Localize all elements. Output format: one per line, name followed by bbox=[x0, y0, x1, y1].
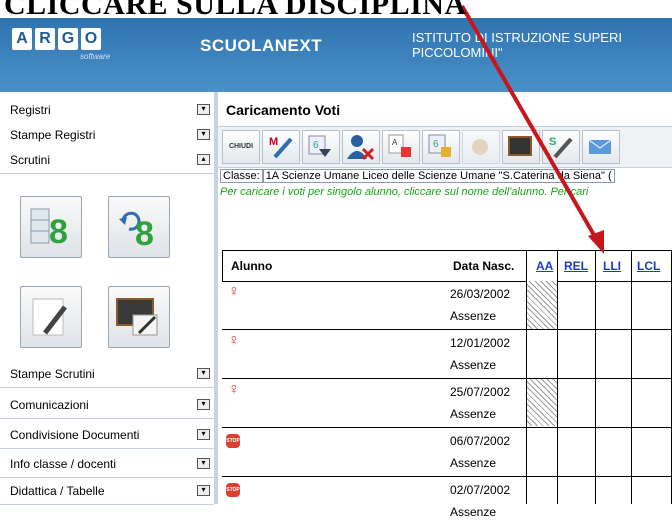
stop-icon[interactable]: STOP bbox=[226, 483, 240, 497]
svg-text:A: A bbox=[392, 138, 398, 147]
svg-text:8: 8 bbox=[49, 213, 68, 251]
toolbar: CHIUDI M 6 A 6 S bbox=[218, 126, 672, 168]
assenze-label: Assenze bbox=[450, 407, 497, 421]
voti-edit-button[interactable]: M bbox=[262, 130, 300, 164]
classe-value: 1A Scienze Umane Liceo delle Scienze Uma… bbox=[262, 169, 615, 183]
app-header: A R G O software SCUOLANEXT ISTITUTO DI … bbox=[0, 18, 672, 92]
argo-logo: A R G O bbox=[12, 28, 101, 50]
sidebar-item-condivisione-documenti[interactable]: Condivisione Documenti ▾ bbox=[0, 423, 214, 449]
blackboard-icon bbox=[116, 298, 158, 336]
scrutini-blackboard-button[interactable] bbox=[108, 286, 170, 348]
female-icon[interactable]: ♀ bbox=[228, 332, 240, 350]
birth-date: 26/03/2002 bbox=[450, 287, 511, 301]
subject-rel[interactable]: REL bbox=[564, 259, 588, 273]
sidebar-item-stampe-registri[interactable]: Stampe Registri ▾ bbox=[0, 123, 214, 149]
classe-info: Classe: 1A Scienze Umane Liceo delle Scie… bbox=[220, 169, 615, 183]
lock-grade-button[interactable]: 6 bbox=[422, 130, 460, 164]
table-row[interactable]: STOP 06/07/2002 Assenze bbox=[222, 428, 672, 477]
sidebar-item-info-classe[interactable]: Info classe / docenti ▾ bbox=[0, 452, 214, 478]
grade-letter-button[interactable]: A bbox=[382, 130, 420, 164]
scrutini-reload-button[interactable]: 8 bbox=[108, 196, 170, 258]
collapse-icon[interactable]: ▴ bbox=[197, 154, 210, 165]
grid-filter-icon: 6 bbox=[308, 135, 331, 157]
pencil-icon bbox=[32, 298, 67, 336]
table-row[interactable]: STOP 02/07/2002 Assenze bbox=[222, 477, 672, 525]
filter-grid-button[interactable]: 6 bbox=[302, 130, 340, 164]
assenze-label: Assenze bbox=[450, 505, 497, 519]
sidebar-item-scrutini[interactable]: Scrutini ▴ bbox=[0, 148, 214, 174]
col-data-nascita: Data Nasc. bbox=[453, 259, 515, 273]
assenze-label: Assenze bbox=[450, 456, 497, 470]
sidebar-item-comunicazioni[interactable]: Comunicazioni ▾ bbox=[0, 393, 214, 419]
sidebar: Registri ▾ Stampe Registri ▾ Scrutini ▴ … bbox=[0, 92, 218, 505]
expand-icon[interactable]: ▾ bbox=[197, 485, 210, 496]
grid-8-icon: 8 bbox=[30, 208, 68, 251]
col-alunno: Alunno bbox=[231, 259, 273, 273]
expand-icon[interactable]: ▾ bbox=[197, 429, 210, 440]
table-row[interactable]: ♀ 26/03/2002 Assenze bbox=[222, 281, 672, 330]
scrutini-edit-button[interactable] bbox=[20, 286, 82, 348]
svg-text:S: S bbox=[549, 136, 556, 148]
signature-button[interactable]: S bbox=[542, 130, 580, 164]
expand-icon[interactable]: ▾ bbox=[197, 129, 210, 140]
table-header: Alunno Data Nasc. AA REL LLI LCL bbox=[222, 250, 672, 282]
expand-icon[interactable]: ▾ bbox=[197, 458, 210, 469]
sign-pencil-icon: S bbox=[549, 136, 573, 159]
send-mail-button[interactable] bbox=[582, 130, 620, 164]
reload-8-icon: 8 bbox=[119, 211, 154, 251]
assenze-label: Assenze bbox=[450, 309, 497, 323]
subject-aa[interactable]: AA bbox=[536, 259, 553, 273]
remove-student-button[interactable] bbox=[342, 130, 380, 164]
classe-label: Classe: bbox=[220, 169, 263, 183]
blackboard-button[interactable] bbox=[502, 130, 540, 164]
blackboard-icon bbox=[508, 136, 532, 156]
scrutini-panel: 8 8 bbox=[0, 174, 214, 352]
expand-icon[interactable]: ▾ bbox=[197, 399, 210, 410]
annotation-title: CLICCARE SULLA DISCIPLINA bbox=[4, 0, 467, 21]
sidebar-item-registri[interactable]: Registri ▾ bbox=[0, 98, 214, 124]
sidebar-item-stampe-scrutini[interactable]: Stampe Scrutini ▾ bbox=[0, 362, 214, 388]
stop-icon[interactable]: STOP bbox=[226, 434, 240, 448]
female-icon[interactable]: ♀ bbox=[228, 283, 240, 301]
hand-icon bbox=[472, 139, 488, 155]
female-icon[interactable]: ♀ bbox=[228, 381, 240, 399]
school-name: ISTITUTO DI ISTRUZIONE SUPERI PICCOLOMIN… bbox=[412, 30, 622, 60]
subject-lcl[interactable]: LCL bbox=[637, 259, 660, 273]
app-name: SCUOLANEXT bbox=[200, 36, 323, 55]
svg-text:6: 6 bbox=[313, 140, 319, 151]
table-row[interactable]: ♀ 12/01/2002 Assenze bbox=[222, 330, 672, 379]
expand-icon[interactable]: ▾ bbox=[197, 104, 210, 115]
logo-subtitle: software bbox=[80, 52, 111, 61]
assenze-label: Assenze bbox=[450, 358, 497, 372]
subject-lli[interactable]: LLI bbox=[603, 259, 621, 273]
expand-icon[interactable]: ▾ bbox=[197, 368, 210, 379]
grade-card-icon: A bbox=[388, 134, 411, 157]
page-title: Caricamento Voti bbox=[226, 102, 341, 118]
birth-date: 06/07/2002 bbox=[450, 434, 511, 448]
sidebar-item-didattica[interactable]: Didattica / Tabelle ▾ bbox=[0, 479, 214, 505]
chiudi-button[interactable]: CHIUDI bbox=[222, 130, 260, 164]
hint-text: Per caricare i voti per singolo alunno, … bbox=[220, 186, 589, 198]
user-remove-icon bbox=[347, 135, 375, 161]
envelope-icon bbox=[588, 139, 612, 154]
scrutini-grid-button[interactable]: 8 bbox=[20, 196, 82, 258]
mark-pencil-icon: M bbox=[269, 136, 293, 159]
disabled-button[interactable] bbox=[462, 130, 500, 164]
birth-date: 02/07/2002 bbox=[450, 483, 511, 497]
table-row[interactable]: ♀ 25/07/2002 Assenze bbox=[222, 379, 672, 428]
svg-text:8: 8 bbox=[135, 215, 154, 251]
svg-text:M: M bbox=[269, 136, 278, 148]
birth-date: 12/01/2002 bbox=[450, 336, 511, 350]
svg-text:6: 6 bbox=[433, 139, 439, 150]
birth-date: 25/07/2002 bbox=[450, 385, 511, 399]
lock-grid-icon: 6 bbox=[428, 134, 451, 157]
